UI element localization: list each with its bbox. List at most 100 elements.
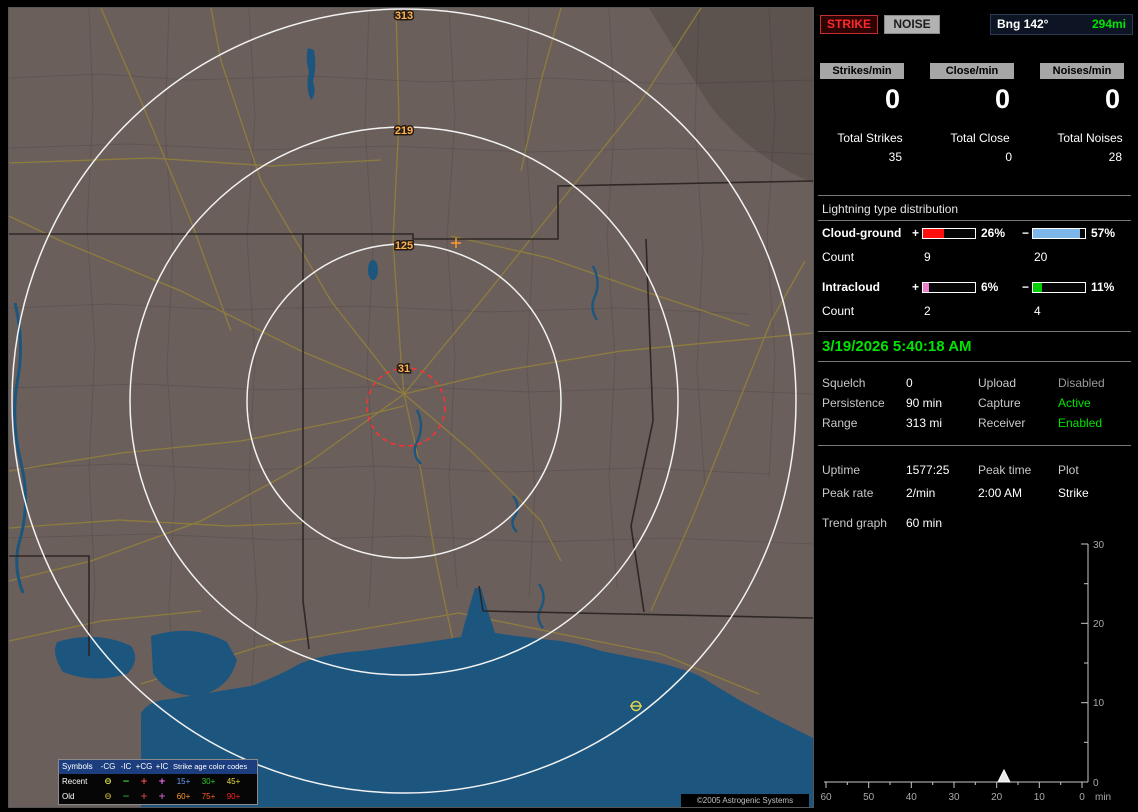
plot-label: Plot: [1058, 463, 1079, 477]
bearing-distance: 294mi: [1091, 17, 1126, 31]
squelch-label: Squelch: [822, 376, 866, 390]
trend-graph-row: Trend graph 60 min: [818, 516, 1131, 531]
legend-symbols-header: Symbols: [62, 762, 93, 771]
count-label: Count: [822, 250, 855, 264]
receiver-status: Enabled: [1058, 416, 1103, 430]
range-label: Range: [822, 416, 858, 430]
legend-recent-label: Recent: [62, 776, 88, 786]
old-pos-ic-icon: +: [158, 791, 166, 802]
lightning-map[interactable]: 313 219 125 31: [9, 8, 813, 807]
cg-minus-pct: 57%: [1091, 226, 1116, 240]
total-close-value: 0: [1005, 150, 1012, 164]
persistence-value: 90 min: [906, 396, 943, 410]
settings-row-1: Squelch 0 Upload Disabled: [818, 376, 1131, 391]
cg-plus-bar-fill: [923, 229, 945, 238]
trend-window-value: 60 min: [906, 516, 943, 530]
squelch-value: 0: [906, 376, 913, 390]
peak-time-value: 2:00 AM: [978, 486, 1023, 500]
noises-per-min-chip[interactable]: Noises/min: [1040, 63, 1124, 79]
total-noises-value: 28: [1108, 150, 1122, 164]
cloud-ground-count-row: Count 9 20: [818, 250, 1131, 264]
trend-graph-label: Trend graph: [822, 516, 887, 530]
ring-label-31: 31: [398, 363, 410, 375]
stats-row-2: Peak rate 2/min 2:00 AM Strike: [818, 486, 1131, 501]
capture-status: Active: [1058, 396, 1091, 410]
total-strikes-value: 35: [888, 150, 902, 164]
ring-label-313: 313: [395, 10, 413, 22]
status-sidebar: STRIKE NOISE Bng 142° 294mi Strikes/min …: [818, 0, 1138, 812]
count-label: Count: [822, 304, 855, 318]
uptime-value: 1577:25: [906, 463, 950, 477]
recent-pos-cg-icon: +: [140, 776, 148, 787]
plus-sign: +: [912, 226, 920, 240]
legend-row-recent: Recent ⊖ − + + 15+ 30+ 45+: [59, 774, 257, 789]
age-code-60: 60+: [176, 791, 191, 801]
distribution-heading: Lightning type distribution: [818, 202, 1131, 221]
trend-y-tick: 10: [1093, 698, 1105, 709]
total-close-label: Total Close: [950, 131, 1010, 145]
age-code-45: 45+: [226, 776, 241, 786]
trend-graph: 30 20 10 0 60 50 40 30 20 10 0 min: [820, 540, 1111, 803]
ic-plus-bar: [922, 282, 976, 293]
total-strikes-label: Total Strikes: [837, 131, 903, 145]
cg-plus-bar: [922, 228, 976, 239]
divider: [818, 195, 1131, 196]
ring-label-125: 125: [395, 240, 413, 252]
legend-col-+cg: +CG: [135, 762, 153, 771]
lake-small: [368, 260, 378, 280]
copyright-notice: ©2005 Astrogenic Systems: [681, 794, 809, 807]
strikes-per-min-chip[interactable]: Strikes/min: [820, 63, 904, 79]
trend-x-tick: 0: [1079, 792, 1085, 803]
strike-toggle-button[interactable]: STRIKE: [820, 15, 878, 34]
ic-minus-pct: 11%: [1091, 280, 1115, 294]
ic-minus-count: 4: [1034, 304, 1041, 318]
trend-y-tick: 0: [1093, 778, 1099, 789]
map-legend: Symbols -CG -IC +CG +IC Strike age color…: [58, 759, 258, 805]
trend-x-tick: 20: [991, 792, 1003, 803]
cg-plus-pct: 26%: [981, 226, 1006, 240]
intracloud-row: Intracloud + 6% − 11%: [818, 280, 1131, 294]
cg-minus-bar: [1032, 228, 1086, 239]
divider: [818, 445, 1131, 446]
old-pos-cg-icon: +: [140, 791, 148, 802]
uptime-label: Uptime: [822, 463, 861, 477]
divider: [818, 361, 1131, 362]
minus-sign: −: [1022, 280, 1030, 294]
nexstorm-app: { "colors": { "accent_green": "#00e400",…: [0, 0, 1138, 812]
ic-plus-count: 2: [924, 304, 931, 318]
total-noises-label: Total Noises: [1057, 131, 1123, 145]
ic-plus-pct: 6%: [981, 280, 999, 294]
bearing-readout: Bng 142° 294mi: [990, 14, 1133, 35]
age-code-75: 75+: [201, 791, 216, 801]
trend-y-tick: 30: [1093, 540, 1105, 551]
close-per-min-chip[interactable]: Close/min: [930, 63, 1014, 79]
trend-x-tick: 50: [863, 792, 875, 803]
cg-minus-count: 20: [1034, 250, 1048, 264]
minus-sign: −: [1022, 226, 1030, 240]
settings-row-3: Range 313 mi Receiver Enabled: [818, 416, 1131, 431]
cg-minus-bar-fill: [1033, 229, 1080, 238]
ic-plus-bar-fill: [923, 283, 929, 292]
old-neg-cg-icon: ⊖: [104, 791, 112, 802]
recent-pos-ic-icon: +: [158, 776, 166, 787]
ic-minus-bar: [1032, 282, 1086, 293]
stats-row-1: Uptime 1577:25 Peak time Plot: [818, 463, 1131, 478]
legend-row-old: Old ⊖ − + + 60+ 75+ 90+: [59, 789, 257, 804]
noise-toggle-button[interactable]: NOISE: [884, 15, 940, 34]
datetime-display: 3/19/2026 5:40:18 AM: [822, 338, 972, 355]
legend-col-+ic: +IC: [155, 762, 169, 771]
peak-rate-value: 2/min: [906, 486, 936, 500]
cloud-ground-label: Cloud-ground: [822, 226, 902, 240]
receiver-label: Receiver: [978, 416, 1026, 430]
divider: [818, 331, 1131, 332]
trend-x-tick: 10: [1034, 792, 1046, 803]
capture-label: Capture: [978, 396, 1021, 410]
legend-col--ic: -IC: [120, 762, 132, 771]
noises-per-min-value: 0: [1104, 84, 1120, 114]
legend-age-header: Strike age color codes: [173, 762, 248, 771]
peak-time-label: Peak time: [978, 463, 1032, 477]
plot-value: Strike: [1058, 486, 1089, 500]
close-per-min-value: 0: [994, 84, 1010, 114]
age-code-15: 15+: [176, 776, 191, 786]
lightning-map-panel[interactable]: 313 219 125 31 Symbols -CG -IC +CG +IC S…: [8, 7, 814, 808]
